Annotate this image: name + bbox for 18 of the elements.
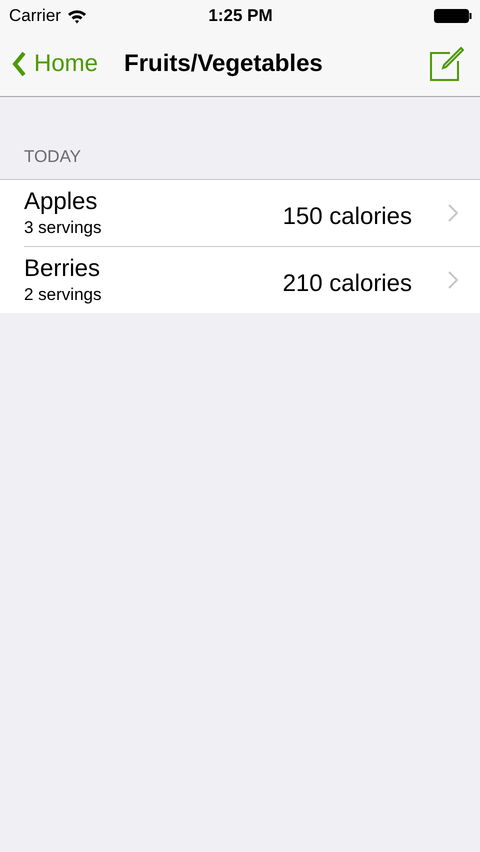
wifi-icon: [66, 8, 87, 24]
status-time: 1:25 PM: [208, 6, 273, 26]
list-row[interactable]: Apples 3 servings 150 calories: [0, 180, 480, 246]
section-header: TODAY: [23, 147, 82, 168]
chevron-right-icon: [448, 271, 458, 289]
food-name: Berries: [24, 255, 102, 283]
list-row[interactable]: Berries 2 servings 210 calories: [24, 246, 480, 313]
servings-count: 3 servings: [24, 218, 102, 238]
food-name: Apples: [24, 188, 98, 216]
calorie-count: 150 calories: [282, 203, 412, 231]
servings-count: 2 servings: [24, 285, 102, 305]
nav-title: Fruits/Vegetables: [124, 50, 324, 78]
battery-icon: [434, 9, 472, 23]
calorie-count: 210 calories: [282, 270, 412, 298]
compose-icon[interactable]: [428, 46, 464, 82]
chevron-right-icon: [448, 204, 458, 222]
carrier-name: Carrier: [9, 6, 61, 26]
chevron-left-icon: [12, 51, 26, 77]
